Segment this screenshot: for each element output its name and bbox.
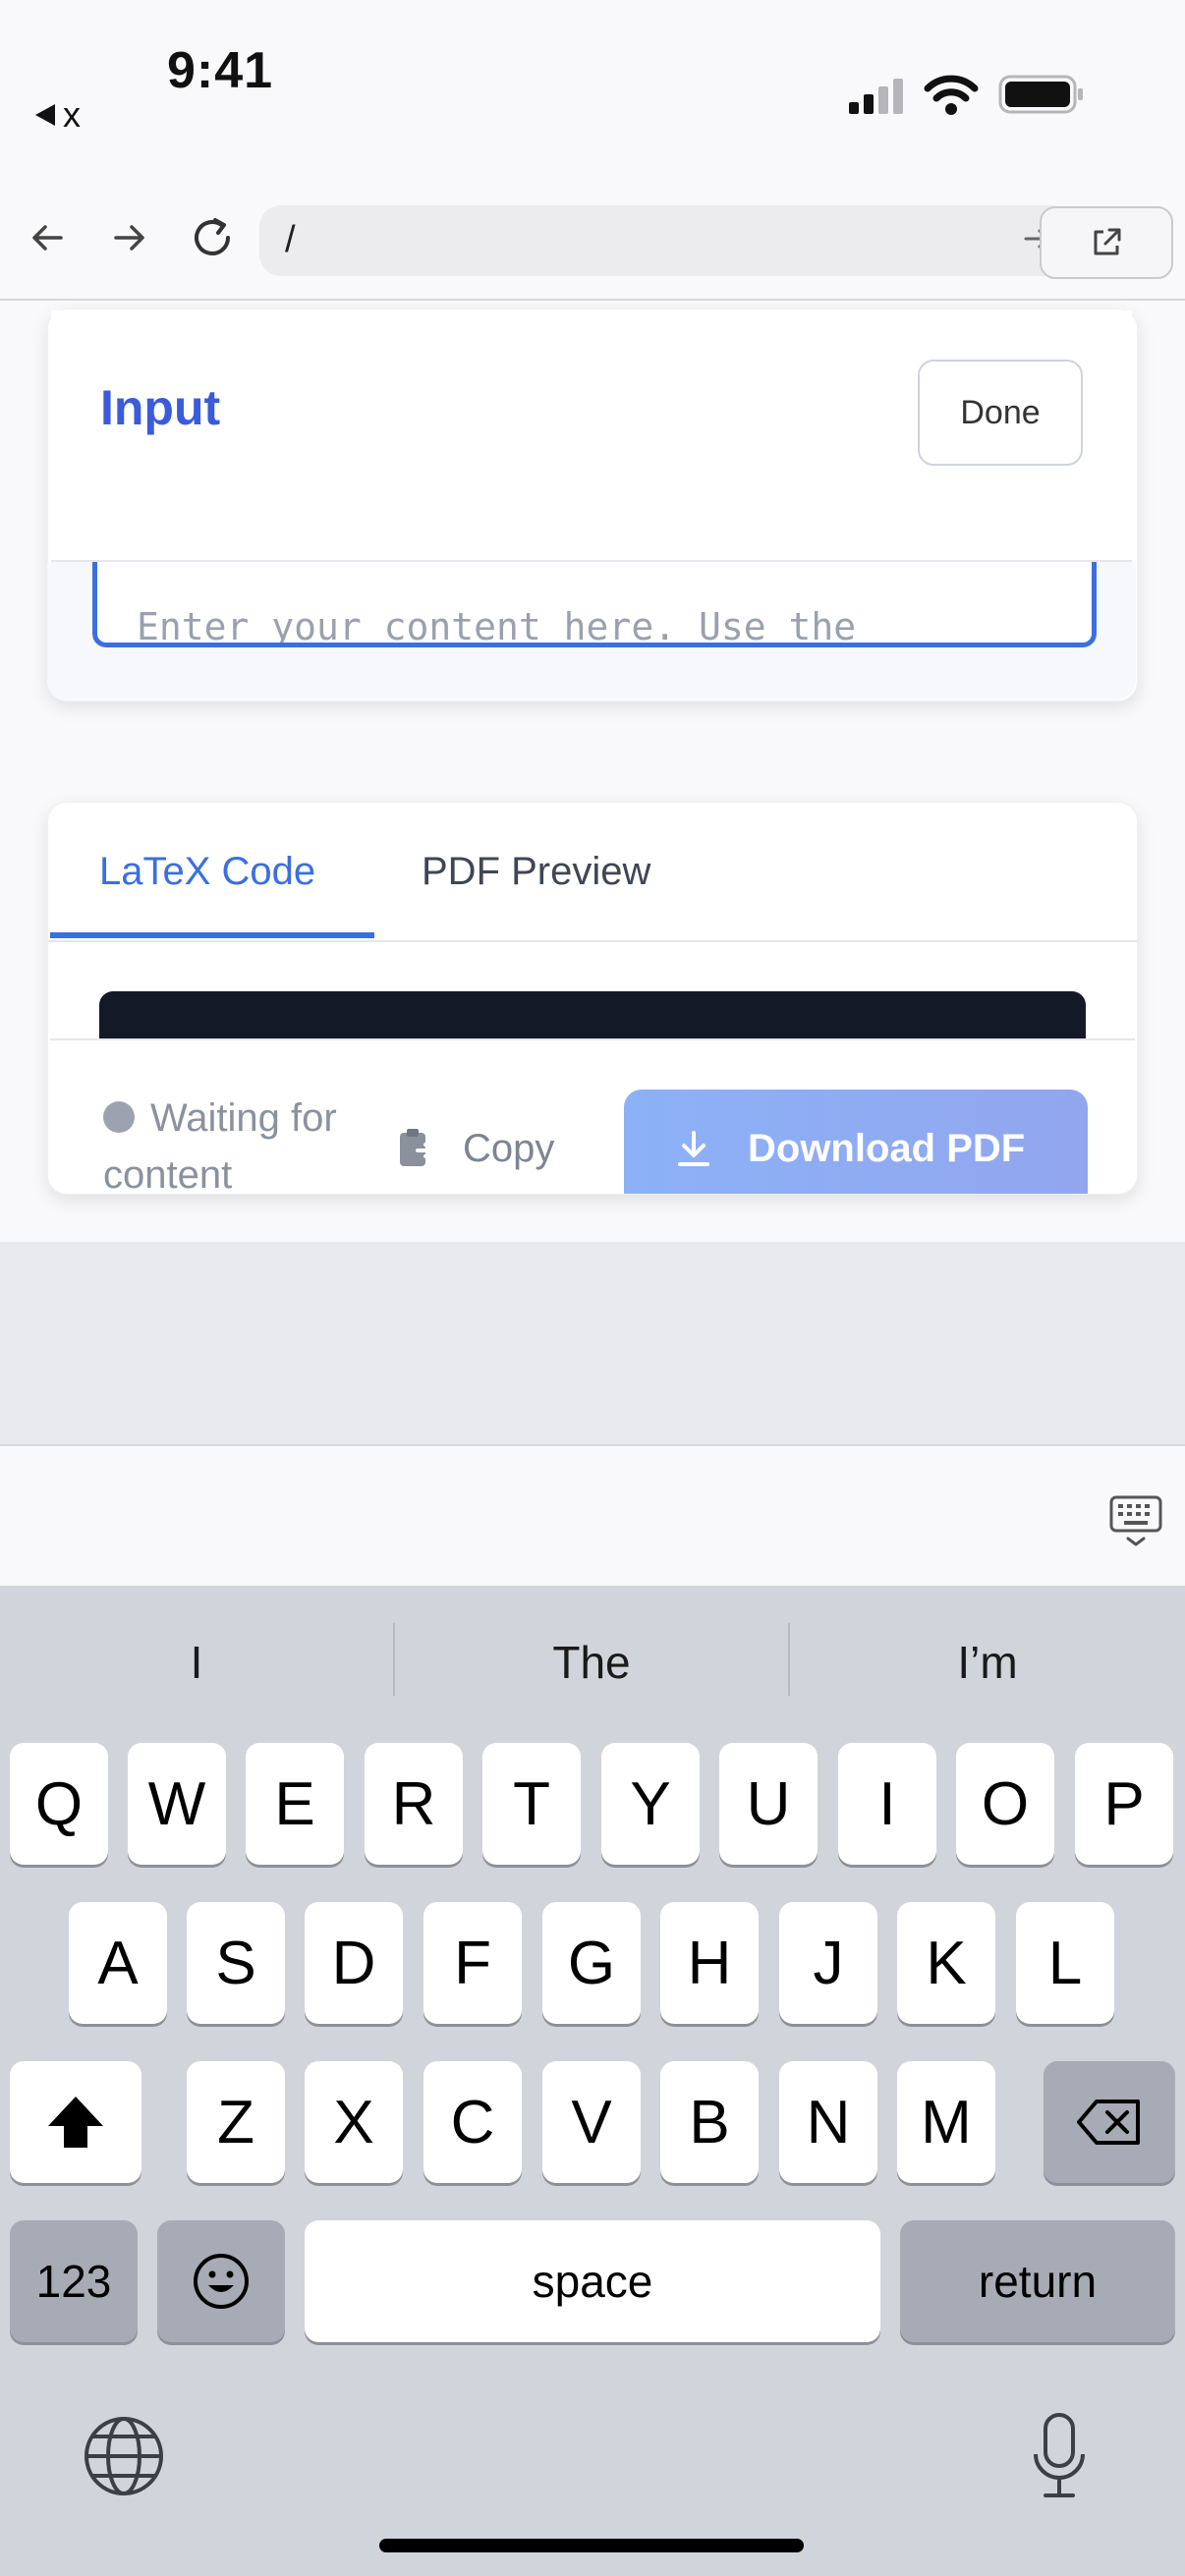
backspace-icon xyxy=(1077,2100,1140,2145)
wifi-icon xyxy=(924,75,979,115)
back-button[interactable] xyxy=(8,198,86,277)
status-time: 9:41 xyxy=(167,42,274,99)
output-card: LaTeX Code PDF Preview Waiting for conte… xyxy=(47,802,1138,1195)
cellular-signal-icon xyxy=(849,79,903,114)
key-k[interactable]: K xyxy=(897,1902,995,2024)
key-b[interactable]: B xyxy=(660,2061,759,2183)
key-z[interactable]: Z xyxy=(187,2061,285,2183)
textarea-placeholder: Enter your content here. Use the xyxy=(137,605,857,647)
battery-icon xyxy=(998,75,1083,114)
download-label: Download PDF xyxy=(748,1126,1026,1170)
emoji-key[interactable] xyxy=(157,2220,285,2342)
suggestion-3[interactable]: I’m xyxy=(790,1586,1185,1739)
page-gap xyxy=(0,1242,1185,1444)
key-u[interactable]: U xyxy=(719,1743,818,1865)
url-input[interactable]: / xyxy=(259,205,1073,276)
globe-icon[interactable] xyxy=(83,2415,165,2497)
key-d[interactable]: D xyxy=(305,1902,403,2024)
key-o[interactable]: O xyxy=(956,1743,1054,1865)
key-p[interactable]: P xyxy=(1075,1743,1173,1865)
key-s[interactable]: S xyxy=(187,1902,285,2024)
arrow-left-icon xyxy=(32,225,63,251)
emoji-icon xyxy=(194,2254,249,2309)
status-message: Waiting for content xyxy=(103,1096,337,1195)
key-l[interactable]: L xyxy=(1016,1902,1114,2024)
tab-pdf-preview[interactable]: PDF Preview xyxy=(422,803,650,940)
download-icon xyxy=(678,1131,709,1166)
keyboard-dismiss-icon[interactable] xyxy=(1108,1493,1163,1548)
key-g[interactable]: G xyxy=(542,1902,641,2024)
copy-button[interactable]: Copy xyxy=(396,1109,554,1188)
back-triangle-icon xyxy=(35,104,55,126)
key-t[interactable]: T xyxy=(482,1743,581,1865)
software-keyboard: I The I’m Q W E R T Y U I O P A S D F G … xyxy=(0,1586,1185,2576)
done-button[interactable]: Done xyxy=(918,360,1083,466)
key-a[interactable]: A xyxy=(69,1902,167,2024)
key-x[interactable]: X xyxy=(305,2061,403,2183)
external-link-icon xyxy=(1094,228,1121,255)
key-r[interactable]: R xyxy=(365,1743,463,1865)
forward-button[interactable] xyxy=(90,198,169,277)
home-indicator xyxy=(379,2539,804,2552)
key-c[interactable]: C xyxy=(423,2061,522,2183)
key-h[interactable]: H xyxy=(660,1902,759,2024)
browser-toolbar: / xyxy=(0,177,1185,301)
shift-key[interactable] xyxy=(10,2061,141,2183)
open-external-button[interactable] xyxy=(1040,206,1173,279)
key-e[interactable]: E xyxy=(246,1743,344,1865)
return-key[interactable]: return xyxy=(900,2220,1175,2342)
numbers-key[interactable]: 123 xyxy=(10,2220,138,2342)
content-textarea[interactable]: Enter your content here. Use the xyxy=(92,562,1097,647)
back-app-label: x xyxy=(63,94,81,135)
shift-icon xyxy=(48,2097,103,2148)
keyboard-accessory-bar xyxy=(0,1444,1185,1588)
arrow-right-icon xyxy=(114,225,144,251)
active-tab-indicator xyxy=(50,932,374,938)
copy-label: Copy xyxy=(463,1126,555,1170)
back-to-app[interactable]: x xyxy=(35,94,81,136)
key-f[interactable]: F xyxy=(423,1902,522,2024)
output-footer: Waiting for content Copy Download PDF xyxy=(50,1038,1135,1195)
key-j[interactable]: J xyxy=(779,1902,877,2024)
space-key[interactable]: space xyxy=(305,2220,880,2342)
clipboard-icon xyxy=(400,1129,433,1166)
delete-key[interactable] xyxy=(1044,2061,1175,2183)
key-m[interactable]: M xyxy=(897,2061,995,2183)
reload-icon xyxy=(195,218,230,255)
tab-latex-code[interactable]: LaTeX Code xyxy=(99,803,315,940)
microphone-icon[interactable] xyxy=(1030,2411,1089,2501)
suggestion-1[interactable]: I xyxy=(0,1586,393,1739)
key-w[interactable]: W xyxy=(128,1743,226,1865)
key-q[interactable]: Q xyxy=(10,1743,108,1865)
key-n[interactable]: N xyxy=(779,2061,877,2183)
key-v[interactable]: V xyxy=(542,2061,641,2183)
download-pdf-button[interactable]: Download PDF xyxy=(624,1090,1088,1194)
key-y[interactable]: Y xyxy=(601,1743,700,1865)
input-title: Input xyxy=(100,380,221,435)
suggestion-2[interactable]: The xyxy=(395,1586,788,1739)
url-text: / xyxy=(285,219,296,260)
reload-button[interactable] xyxy=(173,198,252,277)
key-i[interactable]: I xyxy=(838,1743,936,1865)
status-dot-icon xyxy=(103,1101,135,1133)
output-tabs: LaTeX Code PDF Preview xyxy=(48,803,1137,942)
